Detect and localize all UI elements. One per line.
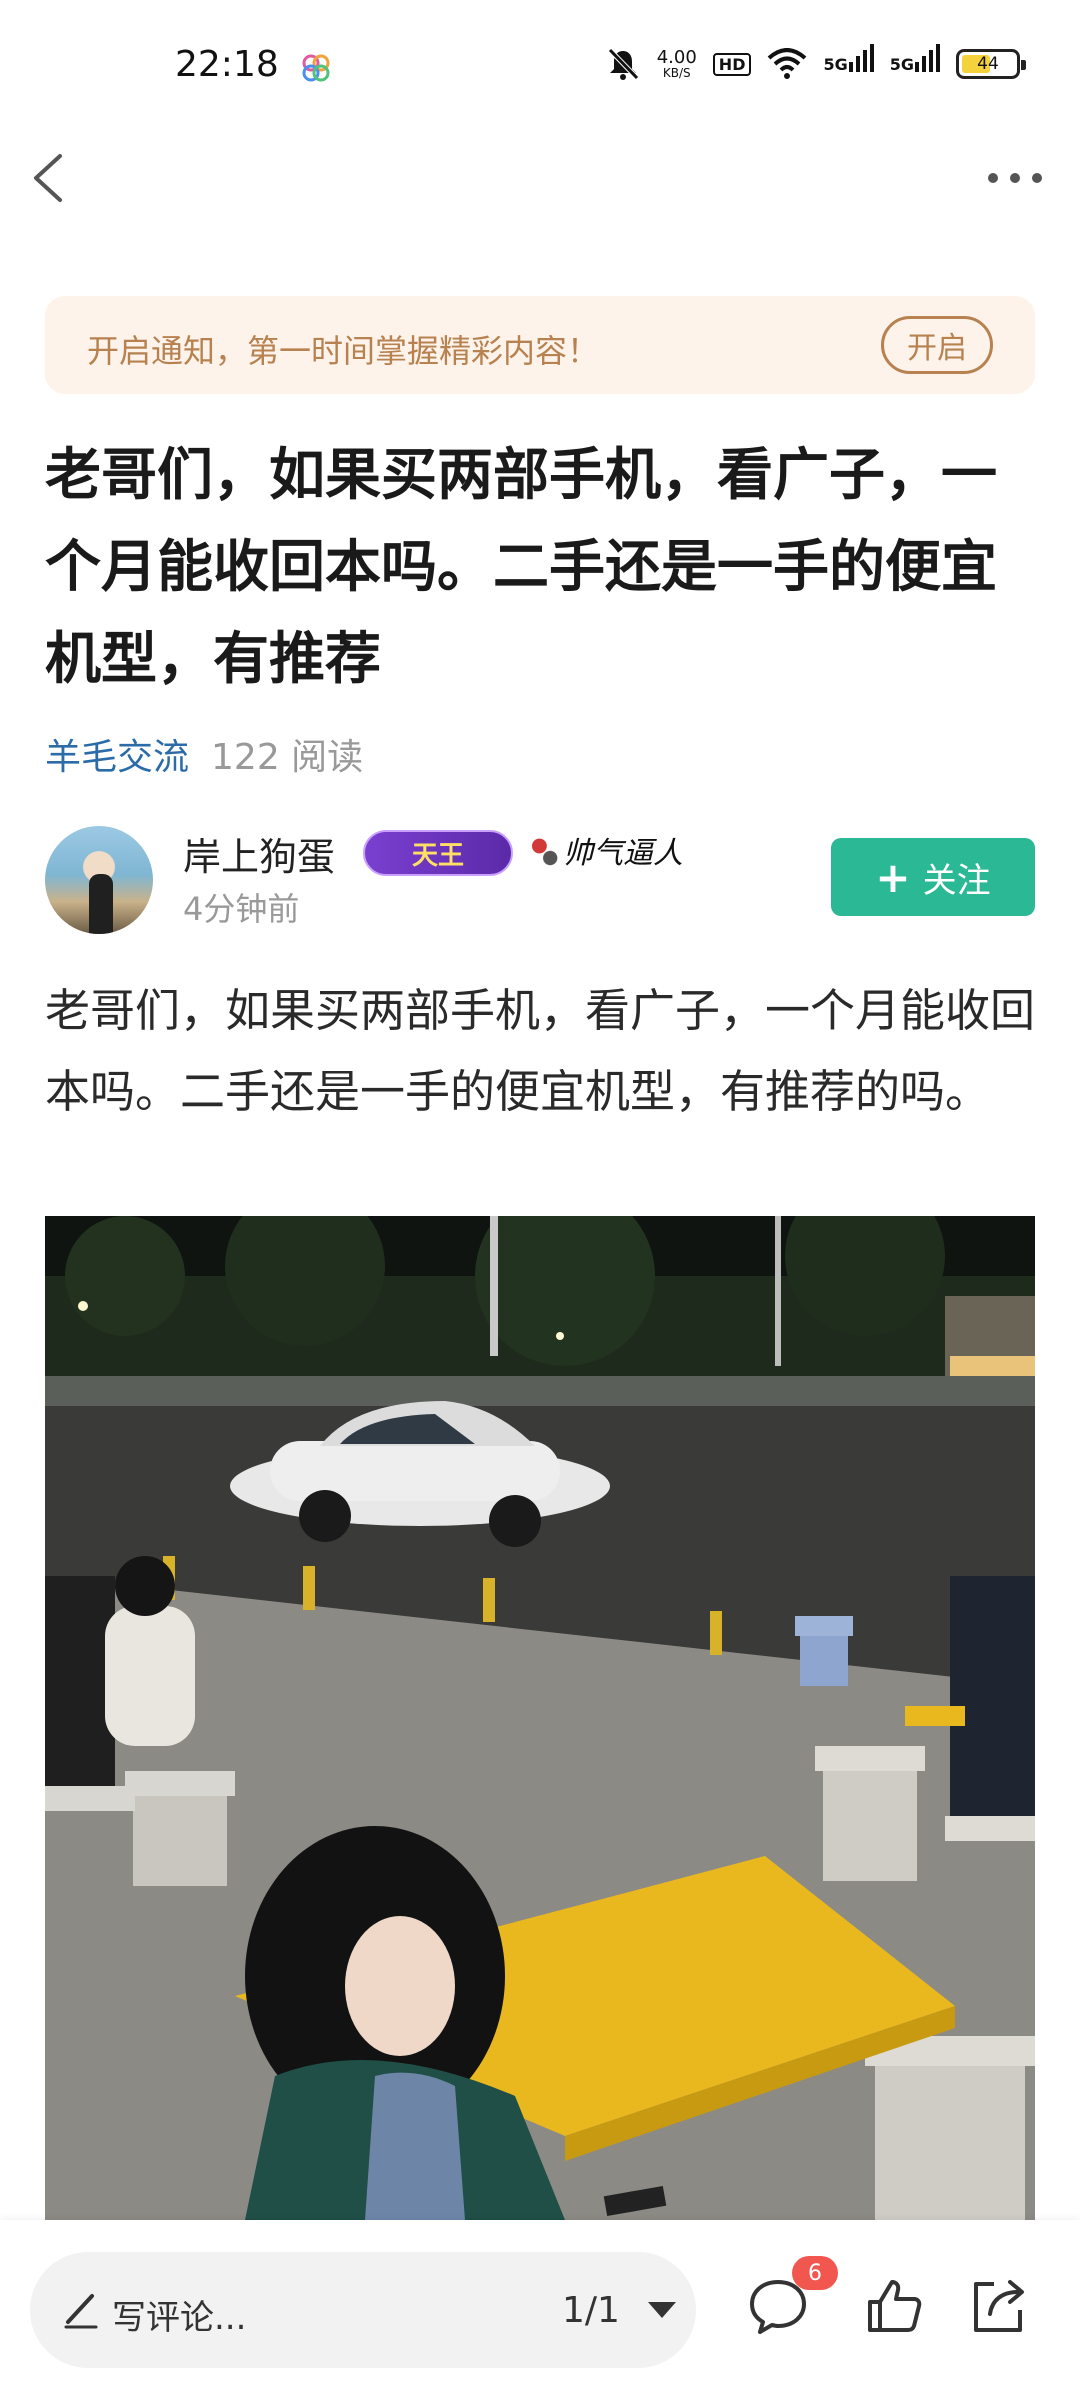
back-icon[interactable] <box>24 148 74 208</box>
follow-button[interactable]: + 关注 <box>831 838 1035 916</box>
status-bar: 22:18 4.00 KB/S HD 5G 5G 44 <box>0 0 1080 130</box>
status-indicators: 4.00 KB/S HD 5G 5G 44 <box>605 43 1026 84</box>
comment-placeholder: 写评论... <box>112 2298 247 2338</box>
wifi-icon <box>768 48 807 79</box>
status-time: 22:18 <box>175 44 279 85</box>
app-notification-icon <box>302 54 330 82</box>
battery-icon: 44 <box>956 49 1026 79</box>
network-speed-value: 4.00 <box>656 47 697 68</box>
follow-label: 关注 <box>922 860 991 901</box>
post-meta: 羊毛交流 122 阅读 <box>45 728 363 780</box>
signal-bars-icon <box>848 43 874 72</box>
page-indicator[interactable]: 1/1 <box>562 2290 620 2331</box>
signal-1-label: 5G <box>823 54 848 74</box>
post-body: 老哥们，如果买两部手机，看广子，一个月能收回本吗。二手还是一手的便宜机型，有推荐… <box>45 984 1036 1118</box>
network-speed: 4.00 KB/S <box>656 47 697 80</box>
post-image[interactable] <box>45 1216 1035 2220</box>
post-title: 老哥们，如果买两部手机，看广子，一个月能收回本吗。二手还是一手的便宜机型，有推荐 <box>45 443 997 692</box>
signal-1: 5G <box>823 43 874 74</box>
avatar[interactable] <box>45 826 153 934</box>
top-nav-bar <box>0 130 1080 230</box>
bottom-action-bar: 写评论... 1/1 6 <box>0 2220 1080 2400</box>
signal-bars-icon <box>915 43 940 72</box>
share-icon[interactable] <box>966 2274 1030 2338</box>
comment-count-badge: 6 <box>792 2256 838 2290</box>
plus-icon: + <box>875 852 911 902</box>
network-speed-unit: KB/S <box>662 66 691 80</box>
post-time: 4分钟前 <box>183 890 300 928</box>
mute-icon <box>607 48 639 80</box>
category-link[interactable]: 羊毛交流 <box>45 737 189 778</box>
like-icon[interactable] <box>862 2274 926 2338</box>
signal-2-label: 5G <box>889 54 914 74</box>
author-row: 岸上狗蛋 天王 帅气逼人 4分钟前 + 关注 <box>45 826 1035 936</box>
comment-input[interactable]: 写评论... 1/1 <box>30 2252 696 2368</box>
hd-badge: HD <box>712 52 752 76</box>
title-badge: 天王 <box>363 830 513 876</box>
caret-down-icon[interactable] <box>648 2302 676 2318</box>
notification-banner: 开启通知，第一时间掌握精彩内容！ 开启 <box>45 296 1035 394</box>
pen-icon <box>64 2294 98 2329</box>
notification-text: 开启通知，第一时间掌握精彩内容！ <box>87 332 600 370</box>
signal-2: 5G <box>889 43 940 74</box>
battery-level: 44 <box>977 54 999 74</box>
enable-notification-button[interactable]: 开启 <box>881 316 993 374</box>
post-image-illustration <box>45 1216 1035 2220</box>
read-count: 122 阅读 <box>211 737 364 778</box>
signature-badge: 帅气逼人 <box>523 820 703 880</box>
more-icon[interactable] <box>980 158 1050 198</box>
author-name[interactable]: 岸上狗蛋 <box>183 826 335 881</box>
